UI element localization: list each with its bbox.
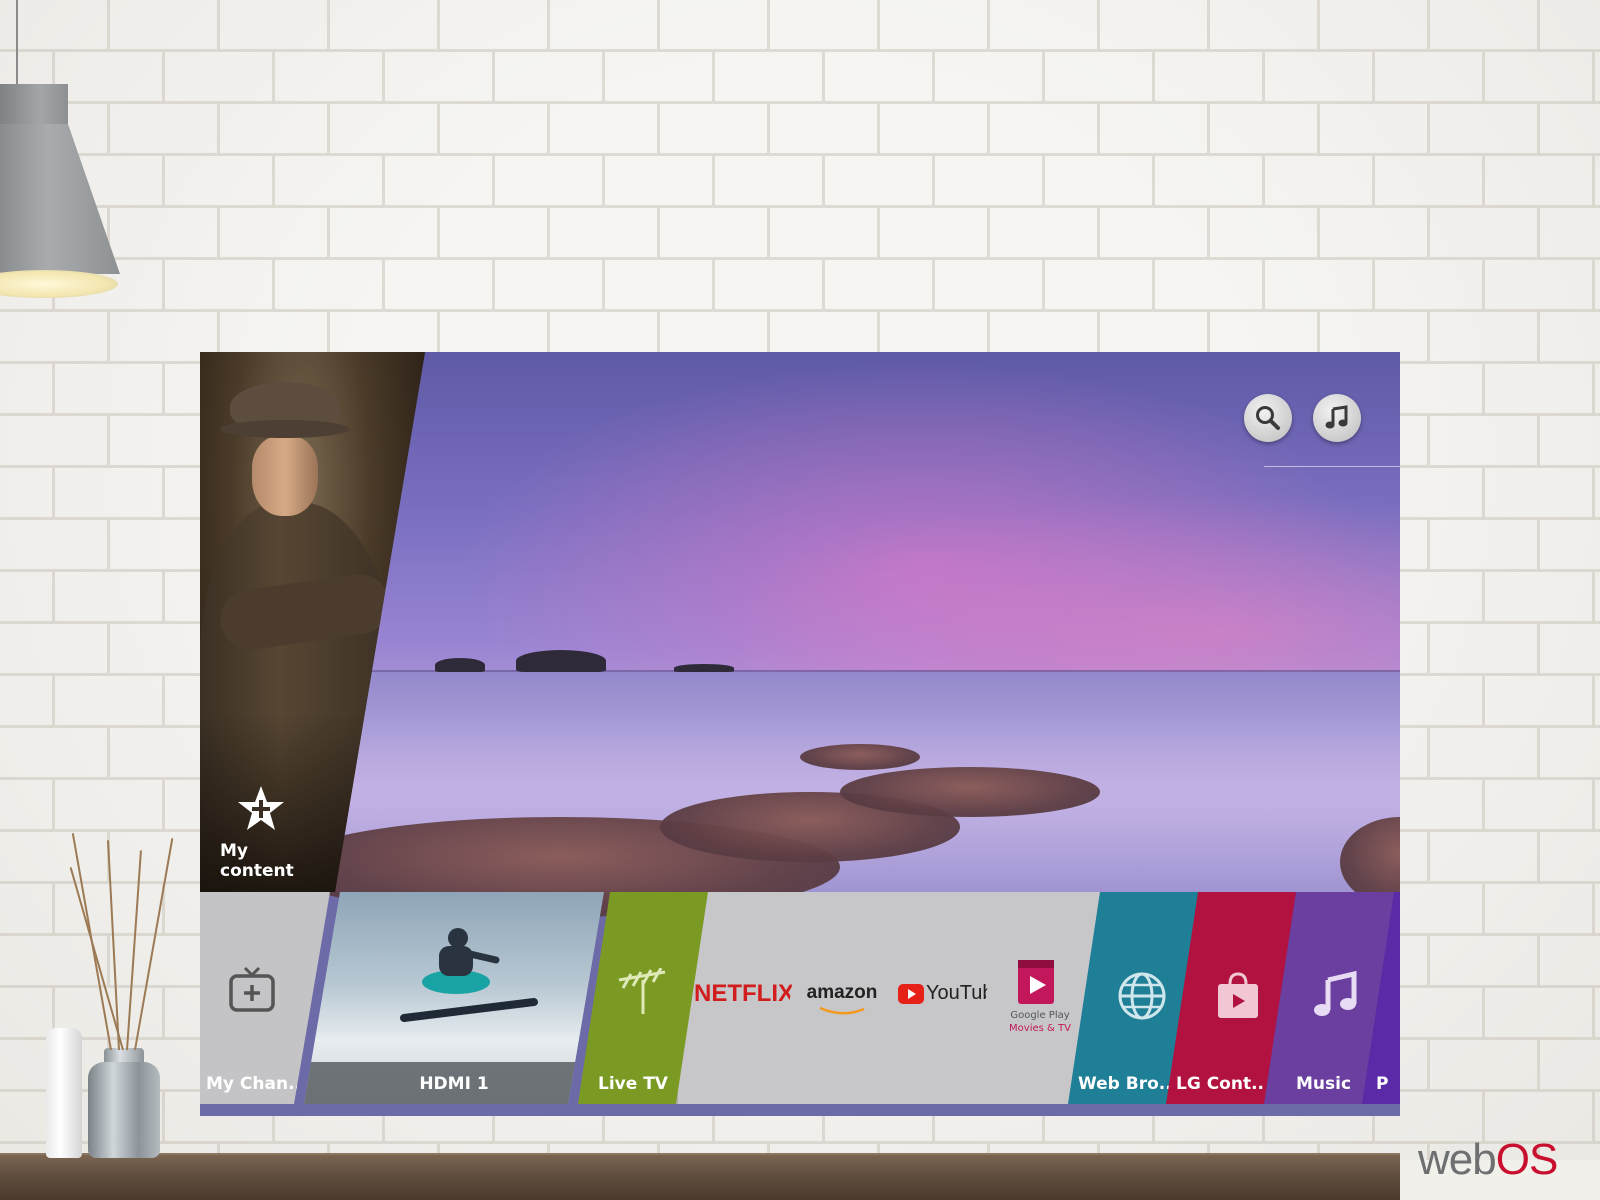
amazon-logo: amazon: [806, 982, 878, 1003]
tile-hdmi-1[interactable]: HDMI 1: [304, 892, 604, 1104]
rock: [840, 767, 1100, 817]
tv-screen: My content My Chan.. HDMI 1 Live TV NETF…: [200, 352, 1400, 1116]
rock: [800, 744, 920, 770]
lg-content-store-icon: [1218, 972, 1258, 1018]
webos-logo-os: OS: [1495, 1135, 1559, 1184]
google-play-sublabel: Movies & TV: [1009, 1023, 1071, 1034]
netflix-logo: NETFLIX: [694, 980, 794, 1007]
island: [674, 664, 734, 672]
poster-figure-hat-brim: [220, 420, 350, 438]
amazon-smile-icon: [819, 1006, 865, 1015]
google-play-movies-icon: [1018, 960, 1054, 1004]
add-channel-icon: [229, 966, 275, 1012]
launcher-bar: My Chan.. HDMI 1 Live TV NETFLIX amazon …: [200, 892, 1400, 1116]
search-button[interactable]: [1244, 394, 1292, 442]
lamp-cord: [16, 0, 18, 88]
island: [435, 658, 485, 672]
poster-figure-face: [252, 436, 318, 516]
globe-icon: [1118, 972, 1166, 1020]
top-divider: [1264, 466, 1400, 467]
star-plus-icon: [238, 786, 284, 830]
wooden-shelf: [0, 1155, 1400, 1200]
snowboarder-thumbnail: [400, 928, 538, 1022]
tile-label: P: [1376, 1074, 1389, 1094]
webos-logo-web: web: [1418, 1135, 1497, 1184]
antenna-icon: [618, 968, 666, 1014]
google-play-label: Google Play: [1010, 1010, 1070, 1021]
lamp-top: [0, 84, 68, 126]
music-icon: [1325, 405, 1348, 429]
glass-vase: [88, 1062, 160, 1158]
my-content-label: My content: [220, 841, 294, 881]
music-note-icon: [1314, 970, 1357, 1016]
search-icon: [1256, 406, 1280, 430]
white-vase: [46, 1028, 82, 1158]
youtube-play-icon: [898, 984, 924, 1004]
webos-logo: webOS: [1418, 1135, 1559, 1185]
tile-label: HDMI 1: [419, 1074, 489, 1094]
music-button[interactable]: [1313, 394, 1361, 442]
horizon-line: [200, 670, 1400, 672]
island: [516, 650, 606, 672]
